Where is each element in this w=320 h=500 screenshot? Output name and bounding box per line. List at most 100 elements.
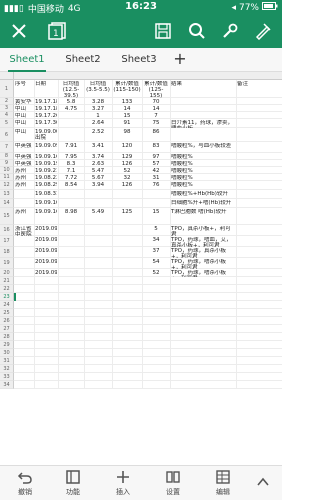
table-cell[interactable]: 中山 — [15, 120, 33, 128]
header-cell[interactable]: 日均值(12.5-39.5) — [59, 81, 83, 98]
table-cell[interactable]: 19.09.09 — [35, 143, 57, 153]
header-cell[interactable]: 日均值(3.5-5.5) — [85, 81, 111, 98]
table-cell[interactable]: 120 — [113, 143, 141, 153]
table-cell[interactable]: 86 — [143, 129, 169, 142]
row-header[interactable]: 25 — [0, 309, 14, 317]
table-cell[interactable]: TPO，药球，嗜血，艾，真杀小板+，利可君 — [171, 237, 235, 247]
row-header[interactable]: 1 — [0, 80, 14, 98]
row-header[interactable]: 3 — [0, 105, 14, 112]
table-cell[interactable]: 83 — [143, 143, 169, 153]
table-cell[interactable]: 19.17.18 — [35, 106, 57, 112]
table-cell[interactable]: 中英强 — [15, 161, 33, 167]
tab-sheet1[interactable]: Sheet1 — [0, 48, 54, 72]
table-cell[interactable]: 7.95 — [59, 154, 83, 160]
table-cell[interactable]: 中山 — [15, 129, 33, 142]
table-cell[interactable]: 91 — [113, 120, 141, 128]
function-button[interactable]: 功能 — [48, 469, 98, 497]
tab-sheet3[interactable]: Sheet3 — [112, 48, 166, 72]
table-cell[interactable]: 嗜酸粒% — [171, 175, 235, 181]
table-cell[interactable]: 15 — [113, 113, 141, 119]
table-cell[interactable]: 129 — [113, 154, 141, 160]
row-header[interactable]: 26 — [0, 317, 14, 325]
table-cell[interactable]: 白介素11，药球，渗卖，嗜血小板 — [171, 120, 235, 128]
row-header[interactable]: 32 — [0, 365, 14, 373]
row-header[interactable]: 24 — [0, 301, 14, 309]
table-cell[interactable]: 浙江省中医院中医 — [15, 226, 33, 236]
table-cell[interactable]: 5.49 — [85, 209, 111, 225]
table-cell[interactable]: 7.72 — [59, 175, 83, 181]
row-header[interactable]: 18 — [0, 247, 14, 258]
header-cell[interactable]: 日期 — [35, 81, 57, 98]
table-cell[interactable]: 白细胞%升+嗜(Hb)较升 — [171, 200, 235, 208]
table-cell[interactable]: 19.09.19 — [35, 161, 57, 167]
table-cell[interactable]: 19.08.23 — [35, 175, 57, 181]
table-cell[interactable]: 15 — [143, 209, 169, 225]
table-cell[interactable]: 嗜酸粒% — [171, 154, 235, 160]
row-header[interactable]: 2 — [0, 98, 14, 105]
cell-selection[interactable] — [14, 293, 16, 301]
row-header[interactable]: 16 — [0, 225, 14, 236]
table-button[interactable]: 编辑 — [198, 469, 248, 497]
header-cell[interactable]: 序号 — [15, 81, 33, 98]
table-cell[interactable]: 19.17.26 — [35, 113, 57, 119]
table-cell[interactable]: 5.67 — [85, 175, 111, 181]
grid-corner[interactable] — [0, 72, 14, 80]
row-header[interactable]: 8 — [0, 153, 14, 160]
table-cell[interactable]: 76 — [143, 182, 169, 190]
tab-sheet2[interactable]: Sheet2 — [56, 48, 110, 72]
table-cell[interactable]: 嗜酸粒%+Hb(Hb)较升 — [171, 191, 235, 199]
table-cell[interactable]: 3.41 — [85, 143, 111, 153]
table-cell[interactable]: 8.3 — [59, 161, 83, 167]
table-cell[interactable]: 5 — [143, 226, 169, 236]
row-header[interactable]: 10 — [0, 167, 14, 174]
table-cell[interactable]: TPO，药球，真杀小板+，利可君 — [171, 248, 235, 258]
table-cell[interactable]: 19.09.10 — [35, 200, 57, 208]
table-cell[interactable]: 8.54 — [59, 182, 83, 190]
table-cell[interactable]: 2019.09.26 — [35, 248, 57, 258]
table-cell[interactable]: 97 — [143, 154, 169, 160]
table-cell[interactable]: 14 — [143, 106, 169, 112]
table-cell[interactable]: 133 — [113, 99, 141, 105]
table-cell[interactable]: 19.09.16 — [35, 154, 57, 160]
table-cell[interactable]: 5.8 — [59, 99, 83, 105]
row-header[interactable]: 33 — [0, 373, 14, 381]
table-cell[interactable]: 125 — [113, 209, 141, 225]
table-cell[interactable]: 19.09.21 — [35, 168, 57, 174]
table-cell[interactable]: 2019.09.23 — [35, 226, 57, 236]
format-button[interactable]: 设置 — [148, 469, 198, 497]
table-cell[interactable]: 57 — [143, 161, 169, 167]
table-cell[interactable]: T淋巴胞数 嗜(Hb)较升 — [171, 209, 235, 225]
edit-button[interactable] — [252, 20, 274, 42]
table-cell[interactable]: 52 — [143, 270, 169, 277]
row-header[interactable]: 20 — [0, 269, 14, 277]
header-cell[interactable]: 累计/数值(125-155) — [143, 81, 169, 98]
row-header[interactable]: 12 — [0, 181, 14, 190]
table-cell[interactable]: 37 — [143, 248, 169, 258]
row-header[interactable]: 29 — [0, 341, 14, 349]
row-header[interactable]: 31 — [0, 357, 14, 365]
table-cell[interactable]: TPO，药球，嗜杀小板+，利可君 — [171, 259, 235, 269]
table-cell[interactable]: 2019.09.24 — [35, 237, 57, 247]
row-header[interactable]: 28 — [0, 333, 14, 341]
table-cell[interactable]: 126 — [113, 161, 141, 167]
table-cell[interactable]: 32 — [113, 175, 141, 181]
row-header[interactable]: 14 — [0, 199, 14, 208]
row-header[interactable]: 7 — [0, 142, 14, 153]
spreadsheet-grid[interactable]: 1 2 3 4 5 6 7 8 9 10 11 12 13 14 15 16 17 18 19 20 21 22 23 24 2… — [0, 72, 282, 465]
table-cell[interactable]: 苏州 — [15, 182, 33, 190]
table-cell[interactable]: 34 — [143, 237, 169, 247]
table-cell[interactable]: 苏州 — [15, 175, 33, 181]
table-cell[interactable]: 42 — [143, 168, 169, 174]
table-cell[interactable]: 7.1 — [59, 168, 83, 174]
table-cell[interactable]: 19.17.18 — [35, 99, 57, 105]
table-cell[interactable]: 3.27 — [85, 106, 111, 112]
table-cell[interactable]: 中英强 — [15, 143, 33, 153]
header-cell[interactable]: 备注 — [237, 81, 281, 98]
table-cell[interactable]: 嗜酸粒% — [171, 182, 235, 190]
table-cell[interactable]: 7.91 — [59, 143, 83, 153]
table-cell[interactable]: 19.09.00 出院 — [35, 129, 57, 142]
table-cell[interactable]: 70 — [143, 99, 169, 105]
table-cell[interactable]: 5.47 — [85, 168, 111, 174]
row-header[interactable]: 4 — [0, 112, 14, 119]
row-header[interactable]: 6 — [0, 128, 14, 142]
